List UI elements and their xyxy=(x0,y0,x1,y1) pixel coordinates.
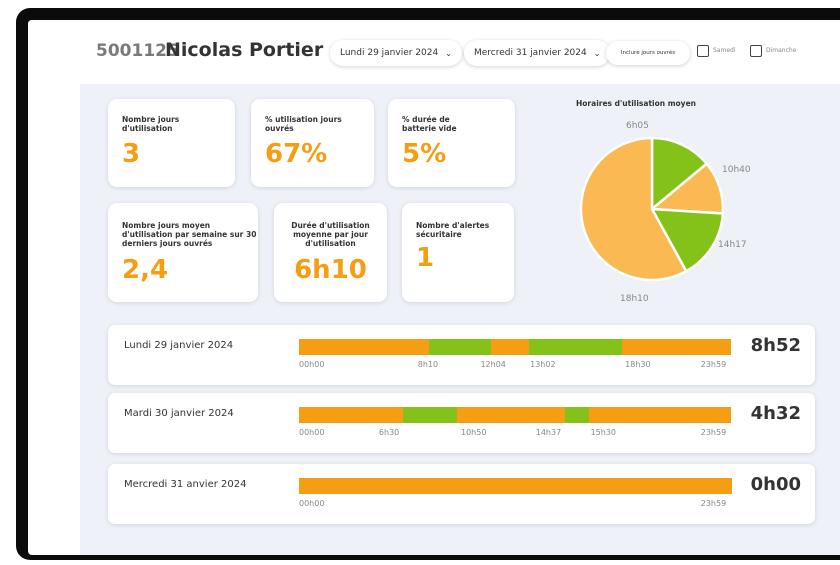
time-tick-label: 14h37 xyxy=(535,428,562,437)
stat-card-workday-usage: % utilisation jours ouvrés 67% xyxy=(251,99,374,187)
time-tick-label: 00h00 xyxy=(299,360,325,369)
day-label: Mercredi 31 anvier 2024 xyxy=(124,479,247,490)
chevron-down-icon: ⌄ xyxy=(593,48,601,58)
day-total-duration: 4h32 xyxy=(750,403,801,424)
stat-label: % durée de batterie vide xyxy=(402,115,457,133)
stat-card-battery-empty: % durée de batterie vide 5% xyxy=(388,99,515,187)
usage-segment-idle xyxy=(589,407,732,423)
stat-card-usage-days: Nombre jours d'utilisation 3 xyxy=(108,99,235,187)
day-label: Lundi 29 janvier 2024 xyxy=(124,340,234,351)
end-date-value: Mercredi 31 janvier 2024 xyxy=(474,48,587,58)
stat-label: Nombre jours moyen d'utilisation par sem… xyxy=(122,221,257,248)
stat-value: 6h10 xyxy=(294,255,367,285)
day-timeline-row: Mardi 30 janvier 2024 00h00 6h30 10h50 14h37… xyxy=(108,393,815,453)
pie-slice-label: 10h40 xyxy=(722,165,751,175)
usage-timeline-bar xyxy=(299,339,732,355)
time-tick-label: 15h30 xyxy=(590,428,617,437)
usage-segment-idle xyxy=(299,339,430,355)
usage-segment-active xyxy=(402,407,458,423)
stat-card-average-duration: Durée d'utilisation moyenne par jour d'u… xyxy=(274,203,387,302)
day-timeline-row: Mercredi 31 anvier 2024 00h00 23h59 0h00 xyxy=(108,464,815,524)
user-name: Nicolas Portier xyxy=(165,39,324,61)
saturday-label: Samedi xyxy=(713,47,736,54)
usage-segment-idle xyxy=(299,407,404,423)
time-tick-label: 6h30 xyxy=(378,428,400,437)
screen: 5001125 Nicolas Portier Lundi 29 janvier… xyxy=(28,20,840,555)
end-date-select[interactable]: Mercredi 31 janvier 2024 ⌄ xyxy=(464,40,611,66)
usage-segment-idle xyxy=(456,407,566,423)
usage-timeline-bar xyxy=(299,407,732,423)
day-timeline-row: Lundi 29 janvier 2024 00h00 8h10 12h04 13h02… xyxy=(108,325,815,385)
time-tick-label: 23h59 xyxy=(700,360,727,369)
pie-slice-label: 14h17 xyxy=(718,240,747,250)
sunday-label: Dimanche xyxy=(766,47,797,54)
include-workdays-button[interactable]: Inclure jours ouvrés xyxy=(606,41,690,65)
start-date-value: Lundi 29 janvier 2024 xyxy=(340,48,439,58)
chevron-down-icon: ⌄ xyxy=(445,48,452,58)
header-bar: 5001125 Nicolas Portier Lundi 29 janvier… xyxy=(28,20,840,84)
pie-slice-label: 6h05 xyxy=(626,121,649,131)
start-date-select[interactable]: Lundi 29 janvier 2024 ⌄ xyxy=(330,40,462,66)
pie-chart-title: Horaires d'utilisation moyen xyxy=(576,99,696,108)
day-label: Mardi 30 janvier 2024 xyxy=(124,408,234,419)
time-tick-label: 00h00 xyxy=(299,428,325,437)
time-tick-label: 12h04 xyxy=(480,360,506,369)
stat-label: % utilisation jours ouvrés xyxy=(265,115,342,133)
time-tick-label: 10h50 xyxy=(461,428,487,437)
pie-slice-label: 18h10 xyxy=(620,294,649,304)
stat-label: Nombre jours d'utilisation xyxy=(122,115,180,133)
saturday-checkbox[interactable] xyxy=(697,45,709,57)
usage-segment-idle xyxy=(491,339,530,355)
stat-label: Durée d'utilisation moyenne par jour d'u… xyxy=(291,221,370,248)
stat-value: 2,4 xyxy=(122,255,169,285)
sunday-checkbox[interactable] xyxy=(750,45,762,57)
usage-segment-active xyxy=(564,407,590,423)
stat-value: 5% xyxy=(402,139,447,169)
usage-timeline-bar xyxy=(299,478,732,494)
time-tick-label: 23h59 xyxy=(700,428,727,437)
usage-segment-active xyxy=(429,339,492,355)
stat-card-weekly-average: Nombre jours moyen d'utilisation par sem… xyxy=(108,203,258,302)
time-tick-label: 00h00 xyxy=(299,499,325,508)
time-tick-label: 13h02 xyxy=(530,360,556,369)
time-tick-label: 23h59 xyxy=(700,499,727,508)
time-tick-label: 8h10 xyxy=(417,360,439,369)
usage-segment-idle xyxy=(622,339,732,355)
include-workdays-label: Inclure jours ouvrés xyxy=(620,50,676,56)
stat-label: Nombre d'alertes sécuritaire xyxy=(416,221,490,239)
stat-value: 1 xyxy=(416,243,435,273)
stat-value: 67% xyxy=(265,139,328,169)
usage-segment-active xyxy=(529,339,623,355)
usage-segment-idle xyxy=(299,478,732,494)
day-total-duration: 8h52 xyxy=(750,335,801,356)
day-total-duration: 0h00 xyxy=(750,474,801,495)
stat-value: 3 xyxy=(122,139,141,169)
time-tick-label: 18h30 xyxy=(625,360,651,369)
stat-card-safety-alerts: Nombre d'alertes sécuritaire 1 xyxy=(402,203,514,302)
